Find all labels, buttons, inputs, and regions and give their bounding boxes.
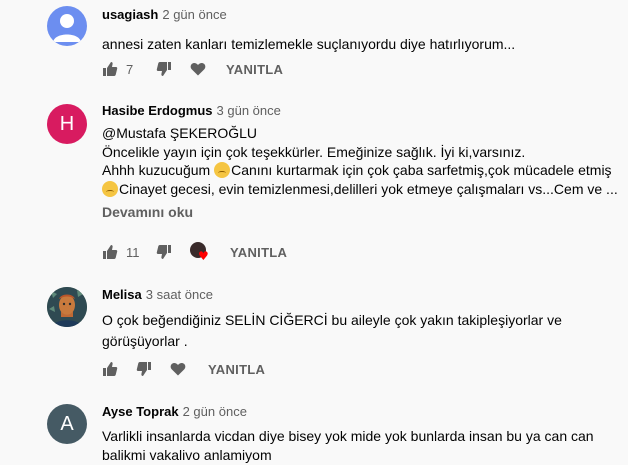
avatar-letter: H: [59, 112, 75, 135]
like-count: 11: [126, 244, 140, 260]
comment-line: görüşüyorlar .: [102, 333, 188, 349]
comment-text: Varlikli insanlarda vicdan diye bisey yo…: [102, 427, 628, 465]
comment-text: annesi zaten kanları temizlemekle suçlan…: [102, 34, 628, 54]
reply-button[interactable]: YANITLA: [226, 62, 283, 77]
like-icon[interactable]: [102, 361, 118, 377]
comment-time[interactable]: 2 gün önce: [162, 7, 226, 22]
comment-line: Ahhh kuzucuğum Canını kurtarmak için çok…: [102, 162, 612, 178]
avatar[interactable]: H: [47, 104, 87, 144]
mention-line: @Mustafa ŞEKEROĞLU: [102, 125, 258, 141]
sad-emoji-icon: [102, 180, 118, 197]
sad-emoji-icon: [214, 162, 231, 178]
comment-time[interactable]: 3 gün önce: [217, 103, 281, 118]
heart-icon[interactable]: [170, 361, 186, 377]
comment-line: Öncelikle yayın için çok teşekkürler. Em…: [102, 143, 526, 160]
dislike-icon[interactable]: [156, 61, 172, 77]
portrait-avatar-icon: [47, 287, 87, 327]
comment-line: Cinayet gecesi, evin temizlenmesi,delill…: [102, 180, 628, 199]
comment-line: balikmi vakalivo anlamiyom: [102, 447, 272, 463]
avatar[interactable]: A: [47, 404, 87, 444]
comment-time[interactable]: 3 saat önce: [146, 287, 213, 302]
avatar[interactable]: [47, 287, 87, 327]
reply-button[interactable]: YANITLA: [208, 362, 265, 377]
comment-header: Ayse Toprak 2 gün önce: [102, 403, 628, 421]
author-name[interactable]: usagiash: [102, 7, 158, 22]
comment-time[interactable]: 2 gün önce: [183, 404, 247, 419]
avatar[interactable]: [47, 6, 87, 46]
red-heart-icon: ♥: [198, 249, 209, 263]
comment-text: O çok beğendiğiniz SELİN CİĞERCİ bu aile…: [102, 310, 628, 352]
dislike-icon[interactable]: [156, 244, 172, 260]
author-name[interactable]: Ayse Toprak: [102, 404, 179, 419]
avatar-letter: A: [60, 412, 74, 435]
reply-button[interactable]: YANITLA: [230, 245, 287, 260]
comment-header: Melisa 3 saat önce: [102, 286, 628, 304]
comment-header: Hasibe Erdogmus 3 gün önce: [102, 102, 628, 120]
comment-line: Varlikli insanlarda vicdan diye bisey yo…: [102, 428, 594, 444]
comment-actions: 11 ♥ YANITLA: [102, 240, 287, 264]
comment-line: O çok beğendiğiniz SELİN CİĞERCİ bu aile…: [102, 312, 562, 328]
creator-heart-badge[interactable]: ♥: [190, 242, 210, 262]
like-icon[interactable]: [102, 244, 118, 260]
comment-text: @Mustafa ŞEKEROĞLU Öncelikle yayın için …: [102, 124, 628, 198]
read-more-button[interactable]: Devamını oku: [102, 202, 628, 222]
comment-actions: YANITLA: [102, 357, 265, 381]
comment-actions: 7 YANITLA: [102, 57, 283, 81]
author-name[interactable]: Melisa: [102, 287, 142, 302]
comment-header: usagiash 2 gün önce: [102, 6, 628, 24]
like-icon[interactable]: [102, 61, 118, 77]
default-user-icon: [53, 14, 81, 42]
author-name[interactable]: Hasibe Erdogmus: [102, 103, 213, 118]
comment-line: annesi zaten kanları temizlemekle suçlan…: [102, 36, 516, 52]
heart-icon[interactable]: [190, 61, 206, 77]
dislike-icon[interactable]: [136, 361, 152, 377]
like-count: 7: [126, 61, 134, 77]
